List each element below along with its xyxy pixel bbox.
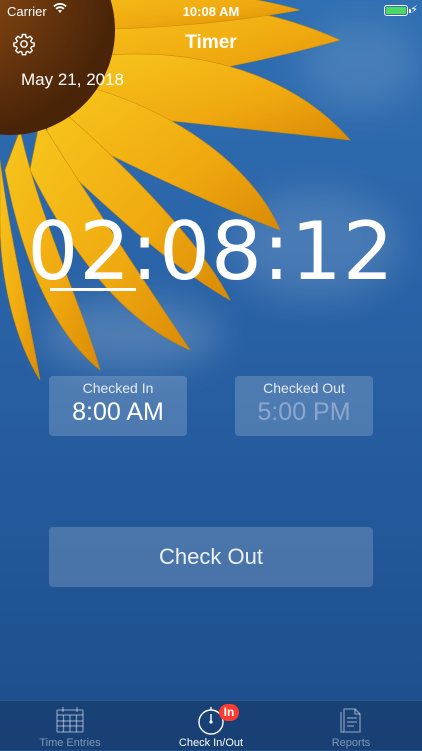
calendar-icon xyxy=(56,707,84,733)
status-badge: In xyxy=(219,704,239,721)
page-title: Timer xyxy=(185,32,237,53)
date-label: May 21, 2018 xyxy=(21,70,125,89)
check-out-button[interactable]: Check Out xyxy=(49,527,373,587)
tab-check-in-out[interactable]: In Check In/Out xyxy=(141,701,281,751)
background-cloud xyxy=(40,300,220,370)
checked-in-time: 8:00 AM xyxy=(72,398,164,426)
charging-icon: ⚡ xyxy=(410,4,418,16)
checked-in-box[interactable]: Checked In 8:00 AM xyxy=(49,376,187,436)
checked-out-box[interactable]: Checked Out 5:00 PM xyxy=(235,376,373,436)
status-time: 10:08 AM xyxy=(182,4,240,19)
checked-out-time: 5:00 PM xyxy=(257,398,351,426)
tab-time-entries[interactable]: Time Entries xyxy=(0,701,140,751)
checked-in-label: Checked In xyxy=(82,380,154,396)
tab-label: Check In/Out xyxy=(178,737,244,749)
battery-icon xyxy=(384,5,411,16)
tab-reports[interactable]: Reports xyxy=(281,701,421,751)
checked-out-label: Checked Out xyxy=(263,380,345,396)
tab-label: Time Entries xyxy=(39,737,101,749)
timer-display: 02:08:12 xyxy=(27,205,395,298)
status-bar: Carrier 10:08 AM ⚡ xyxy=(0,0,422,22)
reports-icon xyxy=(340,708,361,733)
tab-label: Reports xyxy=(331,737,371,749)
tab-bar: Time Entries In Check In/Out Reports xyxy=(0,700,422,751)
timer-underline xyxy=(50,288,136,291)
